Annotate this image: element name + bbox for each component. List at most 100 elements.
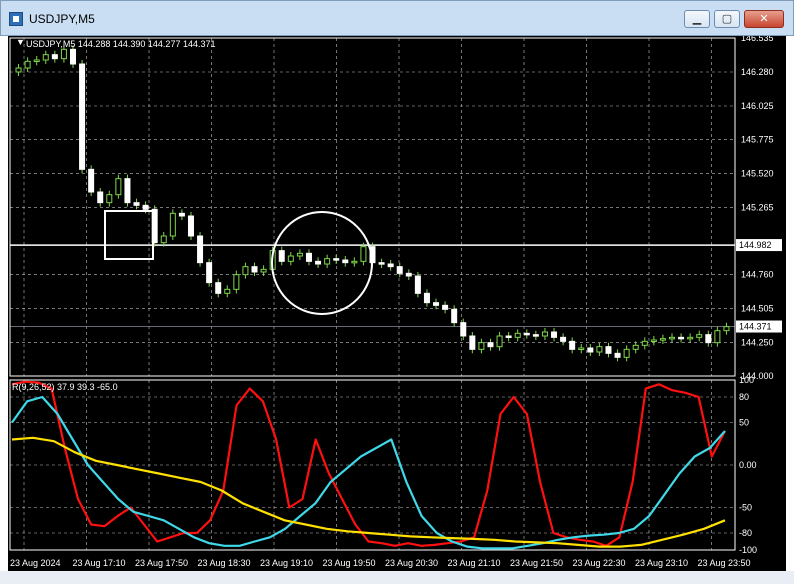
candle-body	[387, 263, 394, 268]
candle-body	[596, 346, 603, 353]
candle-body	[560, 336, 567, 342]
candle-body	[378, 262, 385, 265]
candle-body	[351, 260, 358, 264]
candle-body	[315, 260, 322, 265]
indicator-line-slow	[11, 436, 726, 548]
price-chart[interactable]: 144.982 144.371 146.535 146.280 146.025 145.…	[8, 33, 786, 571]
candle-body	[578, 347, 585, 350]
price-tick-label: 146.025	[741, 101, 774, 111]
time-axis-label: 23 Aug 2024	[10, 558, 61, 568]
time-axis-label: 23 Aug 23:50	[698, 558, 751, 568]
candle-body	[705, 334, 712, 344]
candle-body	[287, 255, 294, 262]
candle-body	[396, 266, 403, 274]
time-axis-label: 23 Aug 22:30	[573, 558, 626, 568]
indicator-tick-label: 100	[739, 375, 754, 385]
candle-body	[97, 191, 104, 204]
candle-body	[124, 178, 131, 204]
minimize-button[interactable]: ▁	[684, 10, 710, 28]
candle-body	[342, 259, 349, 264]
candle-body	[523, 332, 530, 336]
candle-body	[242, 266, 249, 276]
price-tick-label: 145.775	[741, 134, 774, 144]
indicator-tick-label: -50	[739, 503, 752, 513]
candle-body	[169, 212, 176, 237]
candle-body	[206, 262, 213, 284]
time-axis-label: 23 Aug 19:50	[323, 558, 376, 568]
time-axis-label: 23 Aug 21:10	[448, 558, 501, 568]
candle-body	[442, 304, 449, 310]
candle-body	[541, 331, 548, 337]
candle-body	[178, 212, 185, 217]
price-tick-label: 144.250	[741, 338, 774, 348]
candle-body	[632, 344, 639, 350]
close-button[interactable]: ✕	[744, 10, 784, 28]
candle-body	[460, 322, 467, 337]
candle-body	[714, 330, 721, 344]
chart-window-icon	[9, 12, 23, 26]
indicator-tick-label: 50	[739, 418, 749, 428]
candle-body	[260, 268, 267, 273]
candle-body	[405, 272, 412, 277]
price-tick-label: 146.280	[741, 67, 774, 77]
candle-body	[423, 292, 430, 304]
candle-body	[60, 48, 67, 60]
chart-area[interactable]: 144.982 144.371 146.535 146.280 146.025 145.…	[8, 33, 786, 571]
window-title: USDJPY,M5	[29, 12, 95, 26]
candle-body	[414, 275, 421, 294]
indicator-info-label: R(9,26,52) 37.9 39.3 -65.0	[12, 382, 118, 392]
candle-body	[433, 302, 440, 306]
candle-body	[451, 308, 458, 324]
price-panel-frame	[9, 37, 736, 377]
candle-body	[233, 274, 240, 290]
candle-body	[24, 60, 31, 69]
candle-body	[324, 258, 331, 265]
collapse-arrow-icon[interactable]: ▼	[16, 37, 25, 47]
candle-body	[569, 340, 576, 350]
candle-body	[79, 63, 86, 170]
candle-body	[296, 252, 303, 257]
price-tick-label: 146.535	[741, 36, 774, 43]
candle-body	[251, 266, 258, 273]
candle-body	[687, 336, 694, 340]
candle-body	[133, 202, 140, 206]
candle-body	[360, 246, 367, 262]
candle-body	[641, 340, 648, 346]
time-axis-label: 23 Aug 17:10	[73, 558, 126, 568]
candle-body	[650, 339, 657, 342]
candle-body	[42, 54, 49, 61]
indicator-tick-label: -100	[739, 545, 757, 555]
bottom-border	[0, 571, 794, 584]
candle-body	[305, 252, 312, 262]
price-tick-label: 145.520	[741, 168, 774, 178]
candle-body	[623, 348, 630, 358]
candle-body	[106, 194, 113, 204]
maximize-button[interactable]: ▢	[714, 10, 740, 28]
candle-body	[333, 258, 340, 261]
candle-body	[469, 335, 476, 350]
time-axis-label: 23 Aug 17:50	[135, 558, 188, 568]
horizontal-level-label: 144.982	[739, 240, 772, 250]
candle-body	[160, 235, 167, 244]
current-price-label: 144.371	[739, 322, 772, 332]
window-titlebar: USDJPY,M5 ▁ ▢ ✕	[0, 0, 794, 36]
indicator-line-mid	[11, 395, 726, 550]
candle-body	[514, 332, 521, 338]
price-tick-label: 144.505	[741, 304, 774, 314]
candle-body	[669, 336, 676, 340]
candle-body	[215, 282, 222, 294]
candle-body	[551, 331, 558, 338]
time-axis-label: 23 Aug 19:10	[260, 558, 313, 568]
indicator-line-fast	[11, 380, 726, 547]
candle-body	[605, 346, 612, 354]
indicator-tick-label: 80	[739, 392, 749, 402]
time-axis-label: 23 Aug 20:30	[385, 558, 438, 568]
candle-body	[278, 250, 285, 262]
candle-body	[587, 347, 594, 353]
candle-body	[197, 235, 204, 264]
chart-info-label: USDJPY,M5 144.288 144.390 144.277 144.37…	[26, 39, 215, 49]
candle-body	[487, 342, 494, 348]
price-tick-label: 145.265	[741, 202, 774, 212]
candle-body	[69, 48, 76, 65]
time-axis-label: 23 Aug 21:50	[510, 558, 563, 568]
